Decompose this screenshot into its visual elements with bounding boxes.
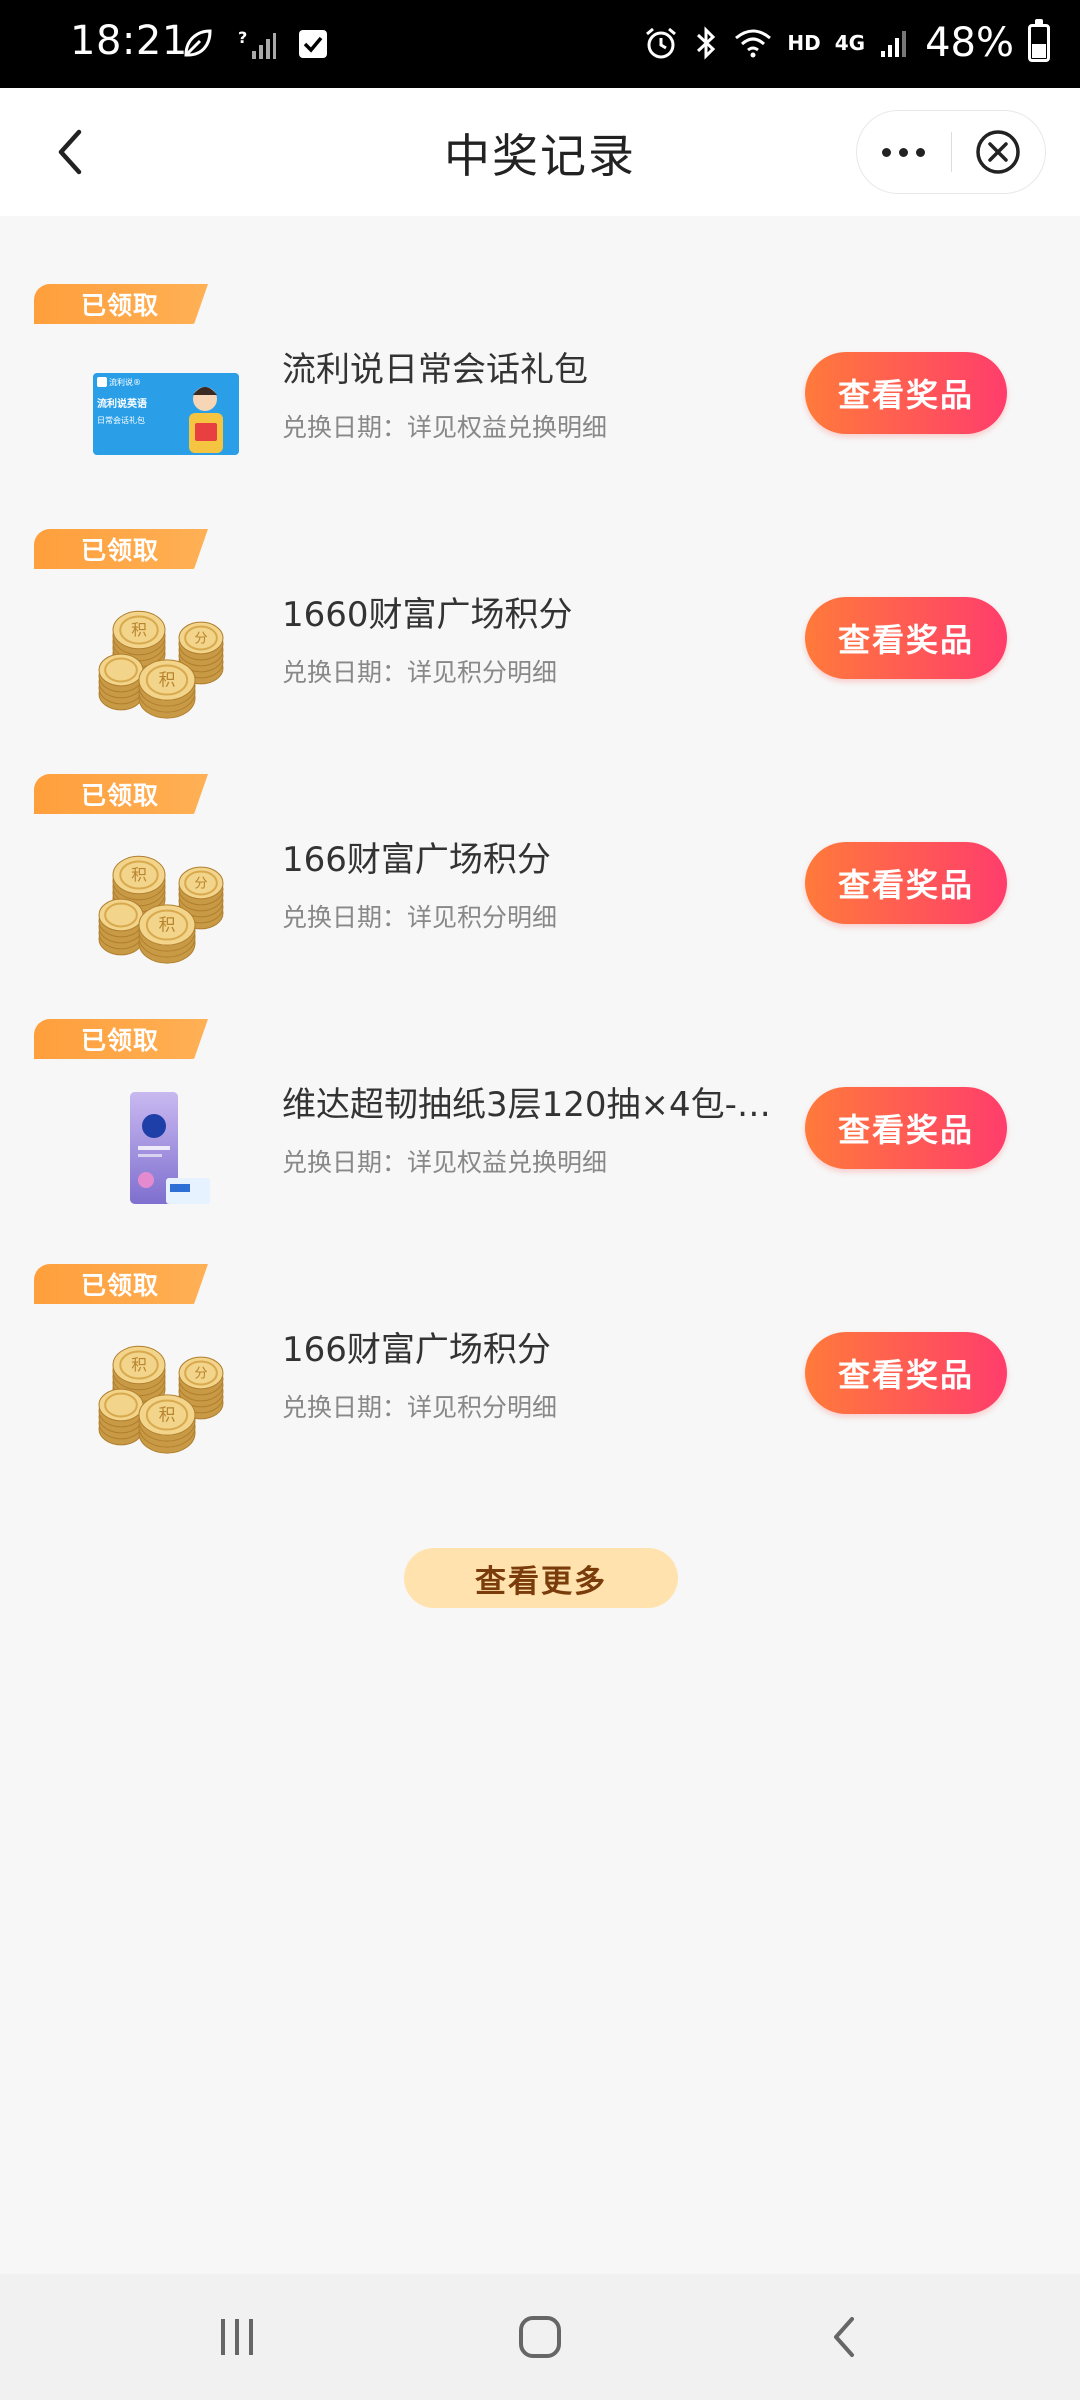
record-name: 流利说日常会话礼包: [282, 350, 588, 390]
record-item: 已领取 积分积 1660财富广场积分 兑换日期：详见积分明细 查看奖品: [0, 529, 1080, 774]
page: 18:21 ? HD 4G 48% 中奖记录 已领取 流利说® 流利说英语 日常…: [0, 0, 1080, 2400]
coin-glyph: 积: [159, 1405, 176, 1425]
record-date: 兑换日期：详见积分明细: [282, 658, 558, 687]
record-item: 已领取 积分积 166财富广场积分 兑换日期：详见积分明细 查看奖品: [0, 1264, 1080, 1509]
coin-glyph: 分: [194, 875, 207, 891]
coin-glyph: 积: [159, 670, 176, 690]
status-bar: 18:21 ? HD 4G 48%: [0, 0, 1080, 88]
signal-unknown-icon: ?: [238, 28, 276, 59]
system-nav-bar: [0, 2274, 1080, 2400]
view-prize-button[interactable]: 查看奖品: [805, 1087, 1007, 1169]
more-button[interactable]: [857, 110, 951, 194]
coins-image: 积分积: [86, 1324, 246, 1464]
coin-glyph: 积: [131, 866, 147, 884]
wifi-icon: [735, 29, 772, 58]
coin-glyph: 分: [194, 1365, 207, 1381]
view-more-button[interactable]: 查看更多: [404, 1548, 678, 1608]
claimed-tag: 已领取: [34, 284, 208, 324]
close-button[interactable]: [952, 110, 1046, 194]
record-item: 已领取 维达超韧抽纸3层120抽×4包-券后... 兑换日期：详见权益兑换明细 …: [0, 1019, 1080, 1264]
claimed-tag: 已领取: [34, 1019, 208, 1059]
record-date: 兑换日期：详见积分明细: [282, 1393, 558, 1422]
view-prize-button[interactable]: 查看奖品: [805, 352, 1007, 434]
home-icon: [519, 2316, 561, 2358]
bluetooth-icon: [697, 26, 716, 60]
alarm-icon: [646, 27, 677, 59]
record-name: 166财富广场积分: [282, 840, 551, 880]
view-prize-button[interactable]: 查看奖品: [805, 597, 1007, 679]
svg-text:?: ?: [238, 28, 247, 47]
tissue-pack-image: [86, 1079, 246, 1219]
status-left-icons: ?: [180, 22, 328, 66]
card-title: 流利说英语: [97, 397, 147, 410]
mini-program-capsule: [856, 110, 1046, 194]
view-prize-button[interactable]: 查看奖品: [805, 1332, 1007, 1414]
claimed-tag: 已领取: [34, 774, 208, 814]
status-time: 18:21: [70, 18, 188, 64]
record-item: 已领取 积分积 166财富广场积分 兑换日期：详见积分明细 查看奖品: [0, 774, 1080, 1019]
more-dots-icon: [882, 147, 892, 157]
record-date: 兑换日期：详见积分明细: [282, 903, 558, 932]
coin-glyph: 分: [194, 630, 207, 646]
cell-signal-icon: [881, 31, 907, 57]
claimed-tag: 已领取: [34, 529, 208, 569]
record-name: 1660财富广场积分: [282, 595, 573, 635]
status-right-icons: HD 4G 48%: [643, 18, 1050, 68]
nav-bar: 中奖记录: [0, 88, 1080, 216]
network-hd-label: HD: [787, 31, 821, 55]
coins-image: 积分积: [86, 589, 246, 729]
record-item: 已领取 流利说® 流利说英语 日常会话礼包 流利说日常会话礼包 兑换日期：详见权…: [0, 284, 1080, 529]
card-brand: 流利说®: [109, 377, 141, 387]
system-back-button[interactable]: [808, 2304, 878, 2370]
battery-percent: 48%: [925, 20, 1014, 66]
battery-icon: [1028, 19, 1050, 62]
checkbox-icon: [299, 30, 327, 58]
coin-glyph: 积: [159, 915, 176, 935]
close-circle-icon: [976, 130, 1020, 174]
record-date: 兑换日期：详见权益兑换明细: [282, 1148, 608, 1177]
coin-glyph: 积: [131, 621, 147, 639]
recent-apps-icon: [221, 2319, 253, 2355]
gift-card-image: 流利说® 流利说英语 日常会话礼包: [86, 344, 246, 484]
record-date: 兑换日期：详见权益兑换明细: [282, 413, 608, 442]
claimed-tag: 已领取: [34, 1264, 208, 1304]
record-name: 166财富广场积分: [282, 1330, 551, 1370]
leaf-icon: [184, 29, 212, 57]
coins-image: 积分积: [86, 834, 246, 974]
card-sub: 日常会话礼包: [97, 415, 145, 425]
network-4g-label: 4G: [834, 31, 866, 55]
recent-apps-button[interactable]: [202, 2304, 272, 2370]
home-button[interactable]: [505, 2304, 575, 2370]
record-name: 维达超韧抽纸3层120抽×4包-券后...: [282, 1085, 802, 1125]
back-icon: [834, 2317, 854, 2357]
view-prize-button[interactable]: 查看奖品: [805, 842, 1007, 924]
coin-glyph: 积: [131, 1356, 147, 1374]
